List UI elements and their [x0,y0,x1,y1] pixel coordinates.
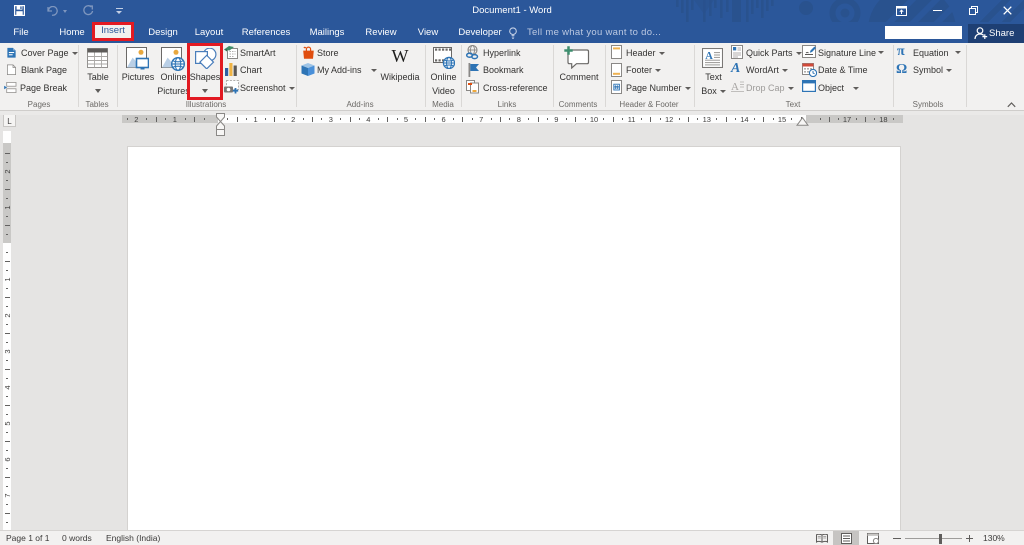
svg-text:A: A [731,81,739,92]
svg-text:A: A [705,51,713,62]
